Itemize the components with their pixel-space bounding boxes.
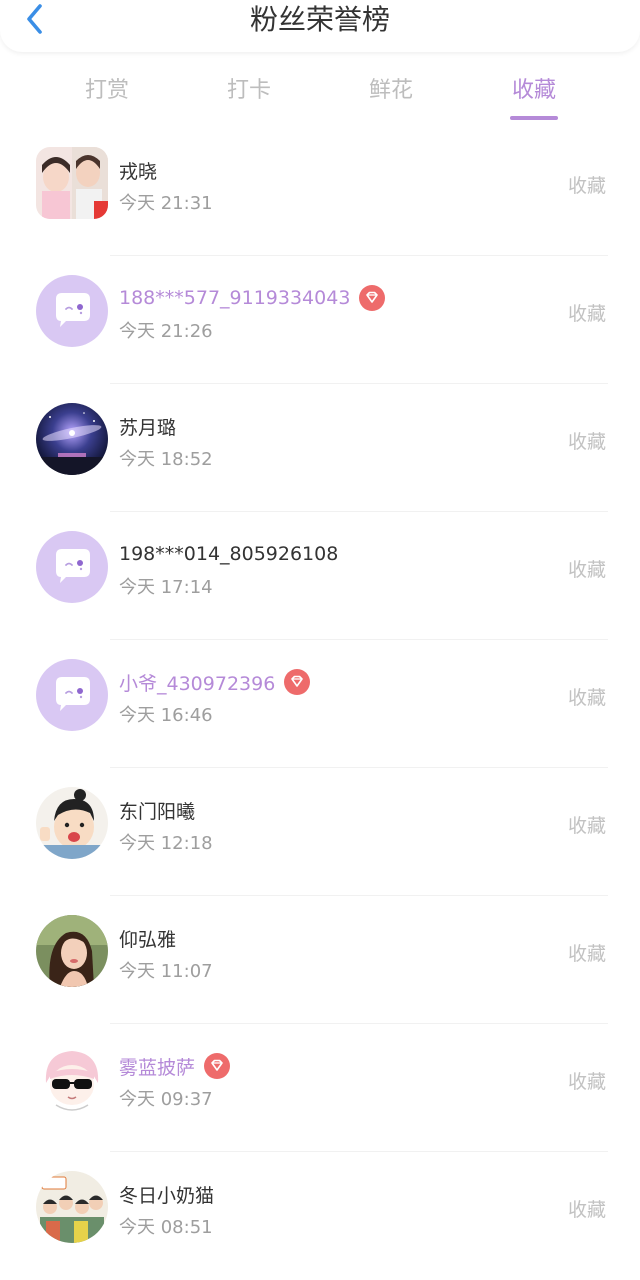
fan-name-line: 雾蓝披萨: [119, 1051, 231, 1081]
fan-time: 今天 08:51: [119, 1217, 213, 1238]
tab-checkin[interactable]: 打卡: [189, 70, 309, 112]
page-title: 粉丝荣誉榜: [249, 3, 390, 36]
list-item[interactable]: 冬日小奶猫 今天 08:51 收藏: [0, 1152, 640, 1280]
list-item[interactable]: 仰弘雅 今天 11:07 收藏: [0, 896, 640, 1024]
list-item[interactable]: 雾蓝披萨 今天 09:37 收藏: [0, 1024, 640, 1152]
fan-action: 收藏: [567, 1199, 606, 1221]
list-item[interactable]: 东门阳曦 今天 12:18 收藏: [0, 768, 640, 896]
fan-name-line: 冬日小奶猫: [119, 1179, 214, 1209]
fan-action: 收藏: [567, 303, 606, 325]
list-item[interactable]: 戎晓 今天 21:31 收藏: [0, 128, 640, 256]
active-tab-indicator: [510, 116, 558, 120]
fan-name: 仰弘雅: [119, 928, 177, 951]
fan-name-line: 188***577_9119334043: [119, 283, 386, 313]
list-item[interactable]: 198***014_805926108 今天 17:14 收藏: [0, 512, 640, 640]
fan-name: 苏月璐: [119, 416, 177, 439]
anime-avatar[interactable]: [36, 1043, 108, 1115]
fan-name-line: 戎晓: [119, 155, 157, 185]
diamond-badge-icon: [204, 1053, 231, 1079]
fan-action: 收藏: [567, 815, 606, 837]
fan-time: 今天 21:26: [119, 321, 213, 342]
fan-name: 188***577_9119334043: [119, 287, 351, 309]
fan-time: 今天 18:52: [119, 449, 213, 470]
top-bar: 粉丝荣誉榜: [0, 0, 640, 52]
fan-name-line: 苏月璐: [119, 411, 176, 441]
group-photo-avatar[interactable]: [36, 1171, 108, 1243]
fan-name: 戎晓: [119, 160, 158, 183]
fan-time: 今天 12:18: [119, 833, 213, 854]
photo-avatar[interactable]: [36, 147, 108, 219]
fan-name: 冬日小奶猫: [119, 1184, 215, 1207]
fan-name-line: 东门阳曦: [119, 795, 195, 825]
default-chat-avatar[interactable]: [36, 275, 108, 347]
fan-action: 收藏: [567, 687, 606, 709]
diamond-badge-icon: [359, 285, 386, 311]
fan-action: 收藏: [567, 559, 606, 581]
portrait-avatar[interactable]: [36, 915, 108, 987]
fan-time: 今天 11:07: [119, 961, 213, 982]
fan-name-line: 198***014_805926108: [119, 539, 338, 569]
fan-name: 东门阳曦: [119, 800, 196, 823]
tab-flowers[interactable]: 鲜花: [331, 70, 451, 112]
diamond-badge-icon: [284, 669, 311, 695]
fan-time: 今天 16:46: [119, 705, 213, 726]
galaxy-avatar[interactable]: [36, 403, 108, 475]
list-item[interactable]: 苏月璐 今天 18:52 收藏: [0, 384, 640, 512]
fan-action: 收藏: [567, 175, 606, 197]
fan-action: 收藏: [567, 431, 606, 453]
list-item[interactable]: 188***577_9119334043 今天 21:26 收藏: [0, 256, 640, 384]
default-chat-avatar[interactable]: [36, 659, 108, 731]
fan-action: 收藏: [567, 943, 606, 965]
fan-name: 小爷_430972396: [119, 672, 276, 695]
fan-time: 今天 17:14: [119, 577, 213, 598]
fan-name-line: 小爷_430972396: [119, 667, 311, 697]
fan-name: 198***014_805926108: [119, 543, 339, 565]
fan-name-line: 仰弘雅: [119, 923, 176, 953]
cartoon-avatar[interactable]: [36, 787, 108, 859]
fan-time: 今天 21:31: [119, 193, 213, 214]
fan-name: 雾蓝披萨: [119, 1056, 196, 1079]
fan-time: 今天 09:37: [119, 1089, 213, 1110]
tab-favorites[interactable]: 收藏: [474, 70, 594, 112]
default-chat-avatar[interactable]: [36, 531, 108, 603]
list-item[interactable]: 小爷_430972396 今天 16:46 收藏: [0, 640, 640, 768]
fan-action: 收藏: [567, 1071, 606, 1093]
tab-reward[interactable]: 打赏: [47, 70, 167, 112]
